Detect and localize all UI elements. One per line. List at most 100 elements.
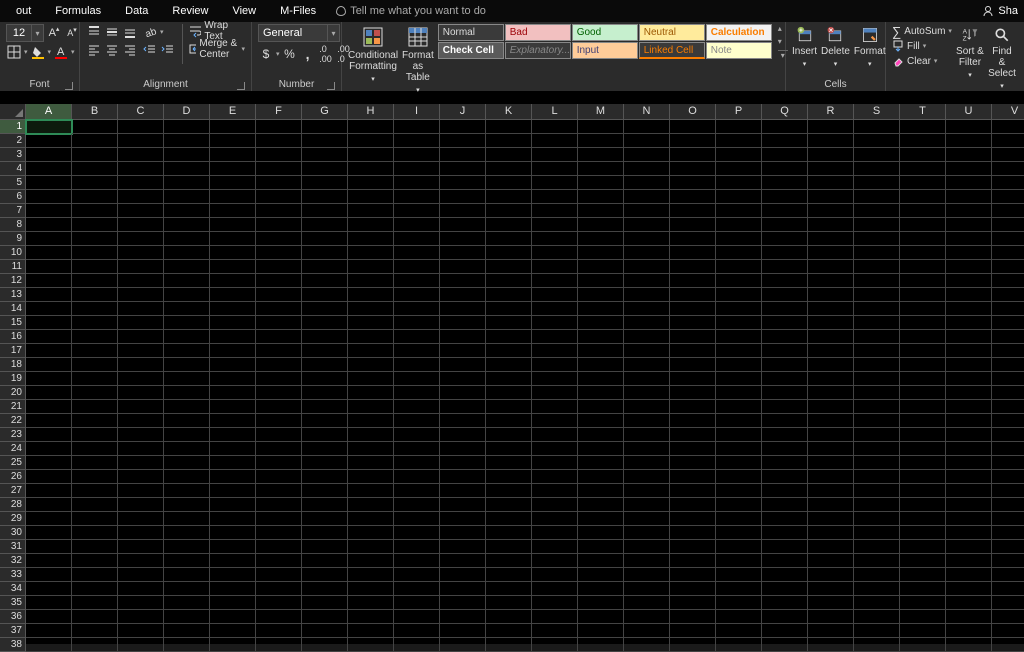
cell[interactable] bbox=[394, 204, 440, 218]
cell[interactable] bbox=[118, 190, 164, 204]
decrease-font-icon[interactable]: A▾ bbox=[64, 25, 80, 41]
cell[interactable] bbox=[624, 638, 670, 652]
cell[interactable] bbox=[762, 498, 808, 512]
cell[interactable] bbox=[624, 190, 670, 204]
cell[interactable] bbox=[532, 512, 578, 526]
cell[interactable] bbox=[26, 316, 72, 330]
cell[interactable] bbox=[854, 190, 900, 204]
cell[interactable] bbox=[624, 386, 670, 400]
cell[interactable] bbox=[348, 120, 394, 134]
cell[interactable] bbox=[900, 316, 946, 330]
cell[interactable] bbox=[762, 204, 808, 218]
cell[interactable] bbox=[394, 288, 440, 302]
cell[interactable] bbox=[486, 414, 532, 428]
cell[interactable] bbox=[394, 218, 440, 232]
cell[interactable] bbox=[854, 470, 900, 484]
cell[interactable] bbox=[670, 190, 716, 204]
cell[interactable] bbox=[210, 176, 256, 190]
cell[interactable] bbox=[900, 120, 946, 134]
chevron-down-icon[interactable]: ▾ bbox=[923, 42, 927, 50]
cell[interactable] bbox=[26, 554, 72, 568]
cell[interactable] bbox=[440, 554, 486, 568]
cell-style-option[interactable]: Calculation bbox=[706, 24, 772, 41]
cell[interactable] bbox=[164, 540, 210, 554]
find-select-button[interactable]: Find & Select▾ bbox=[988, 24, 1016, 92]
cell[interactable] bbox=[854, 428, 900, 442]
cell[interactable] bbox=[532, 330, 578, 344]
cell[interactable] bbox=[302, 498, 348, 512]
cell[interactable] bbox=[210, 204, 256, 218]
cell[interactable] bbox=[72, 400, 118, 414]
cell[interactable] bbox=[762, 484, 808, 498]
cell[interactable] bbox=[624, 316, 670, 330]
cell[interactable] bbox=[348, 148, 394, 162]
border-icon[interactable] bbox=[6, 44, 22, 60]
cell[interactable] bbox=[164, 274, 210, 288]
cell[interactable] bbox=[72, 610, 118, 624]
cell[interactable] bbox=[348, 134, 394, 148]
cell[interactable] bbox=[118, 512, 164, 526]
cell[interactable] bbox=[26, 582, 72, 596]
cell[interactable] bbox=[716, 316, 762, 330]
cell[interactable] bbox=[118, 414, 164, 428]
chevron-down-icon[interactable]: ▾ bbox=[160, 28, 164, 36]
cell[interactable] bbox=[440, 176, 486, 190]
cell[interactable] bbox=[900, 232, 946, 246]
cell[interactable] bbox=[72, 484, 118, 498]
cell[interactable] bbox=[348, 162, 394, 176]
cell[interactable] bbox=[992, 638, 1024, 652]
cell[interactable] bbox=[808, 176, 854, 190]
cell[interactable] bbox=[486, 176, 532, 190]
cell[interactable] bbox=[854, 316, 900, 330]
merge-center-button[interactable]: Merge & Center ▾ bbox=[189, 42, 245, 56]
cell[interactable] bbox=[256, 568, 302, 582]
cell[interactable] bbox=[348, 638, 394, 652]
cell[interactable] bbox=[118, 582, 164, 596]
cell[interactable] bbox=[72, 260, 118, 274]
cell[interactable] bbox=[26, 148, 72, 162]
cell[interactable] bbox=[348, 330, 394, 344]
cell[interactable] bbox=[578, 302, 624, 316]
cell[interactable] bbox=[578, 624, 624, 638]
cell[interactable] bbox=[716, 638, 762, 652]
cell[interactable] bbox=[302, 638, 348, 652]
cell[interactable] bbox=[854, 414, 900, 428]
cell[interactable] bbox=[992, 442, 1024, 456]
cell[interactable] bbox=[716, 484, 762, 498]
cell[interactable] bbox=[486, 316, 532, 330]
tab-formulas[interactable]: Formulas bbox=[43, 0, 113, 22]
cell[interactable] bbox=[164, 120, 210, 134]
cell[interactable] bbox=[118, 344, 164, 358]
cell[interactable] bbox=[26, 204, 72, 218]
cell[interactable] bbox=[394, 274, 440, 288]
cell[interactable] bbox=[302, 470, 348, 484]
decrease-indent-icon[interactable] bbox=[142, 42, 158, 58]
cell[interactable] bbox=[670, 540, 716, 554]
cell[interactable] bbox=[992, 176, 1024, 190]
cell[interactable] bbox=[900, 498, 946, 512]
cell[interactable] bbox=[118, 610, 164, 624]
cell[interactable] bbox=[26, 288, 72, 302]
cell[interactable] bbox=[256, 288, 302, 302]
cell[interactable] bbox=[26, 568, 72, 582]
cell[interactable] bbox=[716, 288, 762, 302]
cell[interactable] bbox=[992, 316, 1024, 330]
cell[interactable] bbox=[26, 232, 72, 246]
cell[interactable] bbox=[26, 162, 72, 176]
cell[interactable] bbox=[440, 414, 486, 428]
cell[interactable] bbox=[210, 260, 256, 274]
cell[interactable] bbox=[900, 330, 946, 344]
cell[interactable] bbox=[624, 456, 670, 470]
cell-style-option[interactable]: Check Cell bbox=[438, 42, 504, 59]
dialog-launcher-icon[interactable] bbox=[65, 82, 73, 90]
cell[interactable] bbox=[808, 120, 854, 134]
row-header[interactable]: 12 bbox=[0, 274, 26, 288]
cell[interactable] bbox=[394, 120, 440, 134]
cell[interactable] bbox=[118, 428, 164, 442]
cell[interactable] bbox=[532, 260, 578, 274]
cell[interactable] bbox=[256, 358, 302, 372]
cell[interactable] bbox=[854, 274, 900, 288]
cell[interactable] bbox=[808, 162, 854, 176]
cell[interactable] bbox=[762, 288, 808, 302]
cell[interactable] bbox=[716, 330, 762, 344]
